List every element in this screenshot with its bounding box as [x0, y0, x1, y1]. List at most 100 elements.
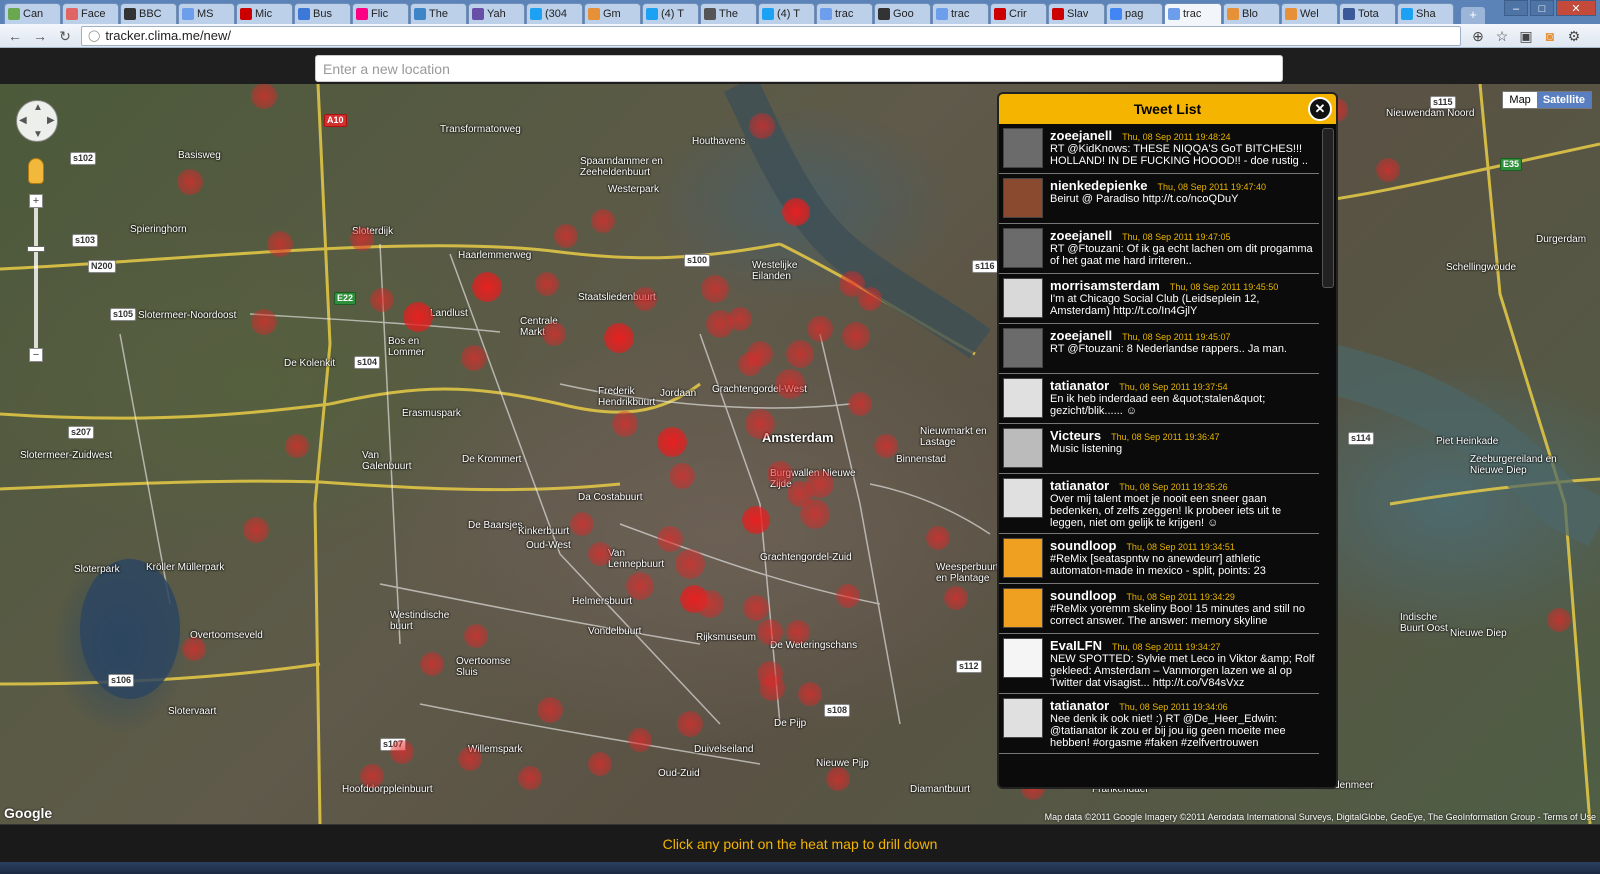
extension-icon[interactable]: ▣: [1517, 27, 1535, 45]
tweet-item[interactable]: tatianator Thu, 08 Sep 2011 19:34:06 Nee d…: [999, 694, 1319, 754]
tweet-item[interactable]: soundloop Thu, 08 Sep 2011 19:34:29 #ReMix…: [999, 584, 1319, 634]
browser-tab[interactable]: Face: [62, 3, 119, 24]
browser-tab[interactable]: Goo: [874, 3, 931, 24]
heat-spot[interactable]: [749, 113, 775, 139]
heat-spot[interactable]: [858, 287, 882, 311]
address-bar[interactable]: ◯ tracker.clima.me/new/: [81, 25, 1461, 46]
window-close-button[interactable]: ✕: [1556, 0, 1596, 16]
heat-spot[interactable]: [842, 322, 870, 350]
wrench-icon[interactable]: ⚙: [1565, 27, 1583, 45]
tweet-list-scrollbar[interactable]: [1322, 128, 1334, 288]
heat-spot[interactable]: [677, 711, 703, 737]
heat-spot[interactable]: [537, 697, 563, 723]
tweet-username[interactable]: nienkedepienke: [1050, 178, 1148, 193]
heat-spot[interactable]: [786, 340, 814, 368]
heat-spot[interactable]: [177, 169, 203, 195]
heat-spot[interactable]: [874, 434, 898, 458]
heat-spot[interactable]: [251, 309, 277, 335]
heat-spot[interactable]: [182, 637, 206, 661]
tweet-username[interactable]: tatianator: [1050, 478, 1109, 493]
zoom-out-button[interactable]: −: [29, 348, 43, 362]
heat-spot[interactable]: [633, 287, 657, 311]
zoom-slider[interactable]: + −: [27, 194, 45, 364]
browser-tab[interactable]: Yah: [468, 3, 525, 24]
heat-spot[interactable]: [472, 272, 502, 302]
tweet-username[interactable]: Victeurs: [1050, 428, 1101, 443]
google-logo[interactable]: Google: [4, 805, 52, 821]
tweet-item[interactable]: EvaILFN Thu, 08 Sep 2011 19:34:27 NEW SPOT…: [999, 634, 1319, 694]
heat-spot[interactable]: [826, 767, 850, 791]
browser-tab[interactable]: Bus: [294, 3, 351, 24]
heat-spot[interactable]: [390, 740, 414, 764]
avatar[interactable]: [1003, 278, 1043, 318]
heat-spot[interactable]: [701, 275, 729, 303]
heat-spot[interactable]: [360, 764, 384, 788]
avatar[interactable]: [1003, 228, 1043, 268]
heat-spot[interactable]: [243, 517, 269, 543]
heat-spot[interactable]: [782, 198, 810, 226]
heat-spot[interactable]: [518, 766, 542, 790]
browser-tab[interactable]: Sha: [1397, 3, 1454, 24]
tweet-item[interactable]: Victeurs Thu, 08 Sep 2011 19:36:47 Music l…: [999, 424, 1319, 474]
heat-spot[interactable]: [420, 652, 444, 676]
tweet-username[interactable]: zoeejanell: [1050, 128, 1112, 143]
heat-spot[interactable]: [251, 84, 277, 109]
heat-spot[interactable]: [657, 526, 683, 552]
heat-spot[interactable]: [570, 512, 594, 536]
zoom-thumb[interactable]: [27, 246, 45, 252]
browser-tab[interactable]: Blo: [1223, 3, 1280, 24]
heat-spot[interactable]: [743, 595, 769, 621]
zoom-rail[interactable]: [34, 208, 38, 348]
heat-spot[interactable]: [696, 590, 724, 618]
browser-tab[interactable]: Crir: [990, 3, 1047, 24]
avatar[interactable]: [1003, 178, 1043, 218]
tweet-item[interactable]: soundloop Thu, 08 Sep 2011 19:34:51 #ReMix…: [999, 534, 1319, 584]
browser-tab[interactable]: Gm: [584, 3, 641, 24]
tweet-item[interactable]: tatianator Thu, 08 Sep 2011 19:35:26 Over …: [999, 474, 1319, 534]
browser-tab[interactable]: trac: [1164, 3, 1222, 24]
heat-spot[interactable]: [542, 322, 566, 346]
avatar[interactable]: [1003, 588, 1043, 628]
heat-spot[interactable]: [604, 323, 634, 353]
heat-spot[interactable]: [742, 506, 770, 534]
tweet-username[interactable]: EvaILFN: [1050, 638, 1102, 653]
tweet-item[interactable]: zoeejanell Thu, 08 Sep 2011 19:47:05 RT @F…: [999, 224, 1319, 274]
browser-tab[interactable]: Can: [4, 3, 61, 24]
tweet-username[interactable]: zoeejanell: [1050, 328, 1112, 343]
heat-spot[interactable]: [669, 463, 695, 489]
browser-tab[interactable]: Mic: [236, 3, 293, 24]
heat-spot[interactable]: [775, 369, 805, 399]
heat-spot[interactable]: [626, 572, 654, 600]
avatar[interactable]: [1003, 698, 1043, 738]
heat-map[interactable]: Amsterdam Houthavens Spaarndammer en Zee…: [0, 84, 1600, 824]
street-view-pegman-icon[interactable]: [28, 158, 44, 184]
heat-spot[interactable]: [350, 227, 374, 251]
tweet-item[interactable]: zoeejanell Thu, 08 Sep 2011 19:45:07 RT @F…: [999, 324, 1319, 374]
heat-spot[interactable]: [267, 231, 293, 257]
heat-spot[interactable]: [675, 549, 705, 579]
avatar[interactable]: [1003, 328, 1043, 368]
browser-tab[interactable]: trac: [816, 3, 873, 24]
heat-spot[interactable]: [944, 586, 968, 610]
maximize-button[interactable]: □: [1530, 0, 1554, 16]
avatar[interactable]: [1003, 478, 1043, 518]
zoom-in-button[interactable]: +: [29, 194, 43, 208]
heat-spot[interactable]: [591, 209, 615, 233]
heat-spot[interactable]: [370, 288, 394, 312]
avatar[interactable]: [1003, 128, 1043, 168]
heat-spot[interactable]: [745, 409, 775, 439]
tweet-username[interactable]: zoeejanell: [1050, 228, 1112, 243]
browser-tab[interactable]: (4) T: [642, 3, 699, 24]
location-input[interactable]: [315, 55, 1283, 82]
heat-spot[interactable]: [1547, 608, 1571, 632]
browser-tab[interactable]: Tota: [1339, 3, 1396, 24]
heat-spot[interactable]: [1376, 158, 1400, 182]
heat-spot[interactable]: [767, 461, 793, 487]
tweet-username[interactable]: soundloop: [1050, 538, 1116, 553]
back-icon[interactable]: ←: [5, 26, 25, 46]
zoom-icon[interactable]: ⊕: [1469, 27, 1487, 45]
tweet-item[interactable]: morrisamsterdam Thu, 08 Sep 2011 19:45:50…: [999, 274, 1319, 324]
browser-tab[interactable]: (304: [526, 3, 583, 24]
heat-spot[interactable]: [757, 619, 783, 645]
browser-tab[interactable]: (4) T: [758, 3, 815, 24]
